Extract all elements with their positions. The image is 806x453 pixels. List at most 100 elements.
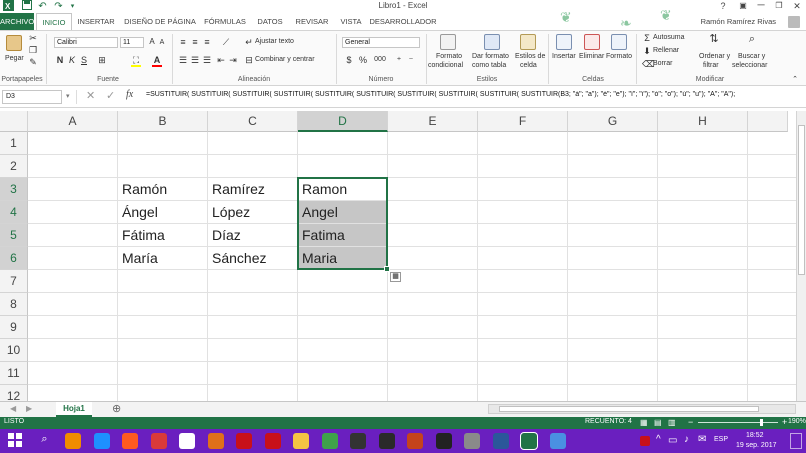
row-header-7[interactable]: 7 xyxy=(0,270,28,293)
column-header-d[interactable]: D xyxy=(298,111,388,132)
cell-b1[interactable] xyxy=(118,132,208,155)
format-cells-icon[interactable] xyxy=(611,34,627,50)
cell-styles-label-1[interactable]: Estilos de xyxy=(515,53,545,60)
tab-insertar[interactable]: INSERTAR xyxy=(74,13,118,30)
chrome2-icon[interactable] xyxy=(549,433,566,449)
zoom-slider-thumb[interactable] xyxy=(760,419,763,426)
cell-e1[interactable] xyxy=(388,132,478,155)
cell-g11[interactable] xyxy=(568,362,658,385)
cell-b2[interactable] xyxy=(118,155,208,178)
paste-button[interactable]: Pegar xyxy=(5,55,24,62)
avatar[interactable] xyxy=(788,16,800,28)
cell-b4[interactable]: Ángel xyxy=(118,201,208,224)
user-name[interactable]: Ramón Ramírez Rivas xyxy=(701,13,776,30)
cell-h8[interactable] xyxy=(658,293,748,316)
vertical-scroll-thumb[interactable] xyxy=(798,125,805,275)
paste-icon[interactable] xyxy=(6,35,22,51)
explorer-icon[interactable] xyxy=(293,433,309,449)
normal-view-icon[interactable]: ▦ xyxy=(640,418,648,427)
cell-d2[interactable] xyxy=(298,155,388,178)
cell-e10[interactable] xyxy=(388,339,478,362)
clear-icon[interactable]: ⌫ xyxy=(642,59,655,69)
audacity-icon[interactable] xyxy=(378,433,395,449)
column-header-b[interactable]: B xyxy=(118,111,208,132)
action-center-icon[interactable] xyxy=(790,433,802,449)
select-all-button[interactable] xyxy=(0,111,28,132)
cell-d12[interactable] xyxy=(298,385,388,401)
help-button[interactable]: ? xyxy=(712,0,734,13)
page-break-view-icon[interactable]: ▥ xyxy=(668,418,676,427)
row-header-12[interactable]: 12 xyxy=(0,385,28,401)
cell-b3[interactable]: Ramón xyxy=(118,178,208,201)
cell-d7[interactable] xyxy=(298,270,388,293)
volume-icon[interactable]: ♪ xyxy=(684,434,689,445)
cell-c9[interactable] xyxy=(208,316,298,339)
horizontal-scroll-thumb[interactable] xyxy=(499,406,759,412)
row-header-8[interactable]: 8 xyxy=(0,293,28,316)
cell-h12[interactable] xyxy=(658,385,748,401)
cell-h7[interactable] xyxy=(658,270,748,293)
merge-center-icon[interactable]: ⊟ xyxy=(244,55,254,65)
autosum-button[interactable]: Autosuma xyxy=(653,34,685,41)
cell-h1[interactable] xyxy=(658,132,748,155)
cell-d1[interactable] xyxy=(298,132,388,155)
borders-icon[interactable]: ⊞ xyxy=(96,55,108,65)
align-top-icon[interactable]: ≡ xyxy=(178,37,188,47)
column-header-partial[interactable] xyxy=(748,111,788,132)
orientation-icon[interactable]: ⟋ xyxy=(220,37,232,47)
cell-c2[interactable] xyxy=(208,155,298,178)
cell-a10[interactable] xyxy=(28,339,118,362)
cell-g4[interactable] xyxy=(568,201,658,224)
row-header-6[interactable]: 6 xyxy=(0,247,28,270)
cell-b9[interactable] xyxy=(118,316,208,339)
ez-icon[interactable] xyxy=(435,433,452,449)
excel-icon[interactable] xyxy=(520,432,538,450)
cell-styles-label-2[interactable]: celda xyxy=(520,62,537,69)
cell-e6[interactable] xyxy=(388,247,478,270)
cell-a4[interactable] xyxy=(28,201,118,224)
vertical-scrollbar[interactable] xyxy=(796,111,806,401)
cell-f12[interactable] xyxy=(478,385,568,401)
tab-inicio[interactable]: INICIO xyxy=(36,13,72,30)
cell-c8[interactable] xyxy=(208,293,298,316)
confirm-entry-icon[interactable]: ✓ xyxy=(106,89,115,102)
network-icon[interactable]: ▭ xyxy=(668,435,677,446)
zoom-level[interactable]: 190% xyxy=(788,418,806,425)
cell-a11[interactable] xyxy=(28,362,118,385)
insert-function-button[interactable]: fx xyxy=(126,89,133,100)
cell-b7[interactable] xyxy=(118,270,208,293)
cell-a6[interactable] xyxy=(28,247,118,270)
insert-cells-icon[interactable] xyxy=(556,34,572,50)
cell-g1[interactable] xyxy=(568,132,658,155)
cell-b6[interactable]: María xyxy=(118,247,208,270)
fill-button[interactable]: Rellenar xyxy=(653,47,679,54)
cell-b8[interactable] xyxy=(118,293,208,316)
increase-indent-icon[interactable]: ⇥ xyxy=(228,55,238,65)
cell-f9[interactable] xyxy=(478,316,568,339)
find-select-icon[interactable]: ⌕ xyxy=(744,34,760,45)
zoom-slider[interactable] xyxy=(698,419,778,426)
font-name-select[interactable]: Calibri xyxy=(54,37,118,48)
row-header-4[interactable]: 4 xyxy=(0,201,28,224)
maps-icon[interactable] xyxy=(321,433,338,449)
row-header-10[interactable]: 10 xyxy=(0,339,28,362)
tab-archivo[interactable]: ARCHIVO xyxy=(0,13,34,30)
column-header-h[interactable]: H xyxy=(658,111,748,132)
delete-cells-icon[interactable] xyxy=(584,34,600,50)
row-header-11[interactable]: 11 xyxy=(0,362,28,385)
format-as-table-label-2[interactable]: como tabla xyxy=(472,62,506,69)
sheet-tab-hoja1[interactable]: Hoja1 xyxy=(56,402,92,417)
cell-c3[interactable]: Ramírez xyxy=(208,178,298,201)
find-select-label-2[interactable]: seleccionar xyxy=(732,62,767,69)
new-sheet-button[interactable]: ⊕ xyxy=(112,402,121,415)
cell-f2[interactable] xyxy=(478,155,568,178)
cell-c6[interactable]: Sánchez xyxy=(208,247,298,270)
cell-f10[interactable] xyxy=(478,339,568,362)
find-select-label-1[interactable]: Buscar y xyxy=(738,53,765,60)
cell-h10[interactable] xyxy=(658,339,748,362)
row-header-3[interactable]: 3 xyxy=(0,178,28,201)
cell-a8[interactable] xyxy=(28,293,118,316)
namebox-dropdown-icon[interactable]: ▾ xyxy=(66,92,70,100)
insert-cells-button[interactable]: Insertar xyxy=(552,53,576,60)
cell-d9[interactable] xyxy=(298,316,388,339)
